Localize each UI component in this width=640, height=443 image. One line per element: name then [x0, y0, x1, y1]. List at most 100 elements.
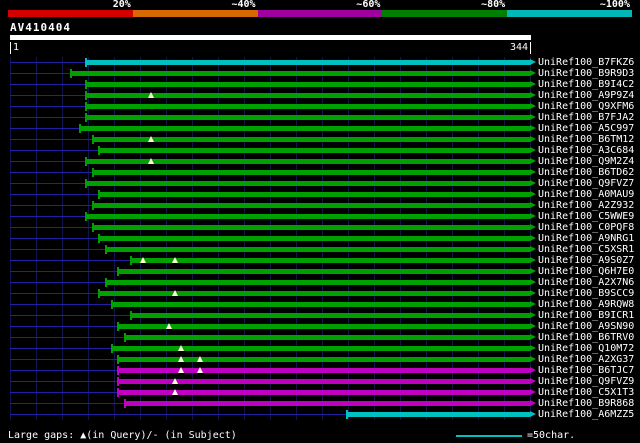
- hit-label[interactable]: UniRef100_A3C684: [538, 145, 634, 156]
- hit-label[interactable]: UniRef100_B6TM12: [538, 134, 634, 145]
- hit-label[interactable]: UniRef100_A9SN90: [538, 321, 634, 332]
- hit-label[interactable]: UniRef100_A0MAU9: [538, 189, 634, 200]
- query-extent-line: [10, 304, 112, 305]
- hit-label[interactable]: UniRef100_B9R9D3: [538, 68, 634, 79]
- hit-bar[interactable]: [117, 269, 530, 274]
- query-extent-line: [10, 381, 118, 382]
- query-extent-line: [10, 62, 86, 63]
- hit-row: UniRef100_C5WWE9: [0, 211, 640, 222]
- hit-bar[interactable]: [93, 203, 530, 208]
- hit-label[interactable]: UniRef100_A2Z932: [538, 200, 634, 211]
- hit-arrowhead-icon: [530, 202, 536, 208]
- hit-row: UniRef100_C0PQF8: [0, 222, 640, 233]
- hit-label[interactable]: UniRef100_C5WWE9: [538, 211, 634, 222]
- hit-label[interactable]: UniRef100_B6TD62: [538, 167, 634, 178]
- hit-label[interactable]: UniRef100_Q9XFM6: [538, 101, 634, 112]
- hit-bar[interactable]: [111, 302, 530, 307]
- hit-bar[interactable]: [131, 313, 530, 318]
- query-extent-line: [10, 238, 100, 239]
- hit-label[interactable]: UniRef100_B9R868: [538, 398, 634, 409]
- hit-bar[interactable]: [85, 115, 530, 120]
- hit-label[interactable]: UniRef100_A2X7N6: [538, 277, 634, 288]
- hit-label[interactable]: UniRef100_Q9FVZ9: [538, 376, 634, 387]
- hit-bar[interactable]: [85, 60, 530, 65]
- hit-label[interactable]: UniRef100_B7FKZ6: [538, 57, 634, 68]
- hit-bar[interactable]: [85, 82, 530, 87]
- hit-row: UniRef100_B6TJC7: [0, 365, 640, 376]
- query-extent-line: [10, 73, 71, 74]
- hit-row: UniRef100_Q10M72: [0, 343, 640, 354]
- hit-label[interactable]: UniRef100_A9S0Z7: [538, 255, 634, 266]
- query-extent-line: [10, 392, 118, 393]
- query-extent-line: [10, 205, 94, 206]
- hit-bar[interactable]: [79, 126, 530, 131]
- hit-bar[interactable]: [125, 335, 530, 340]
- gap-marker-icon: [172, 378, 179, 384]
- hit-label[interactable]: UniRef100_A2XG37: [538, 354, 634, 365]
- ruler-start-tick: [10, 42, 11, 54]
- query-extent-line: [10, 128, 80, 129]
- scale-label: 20%: [112, 0, 131, 10]
- hit-bar[interactable]: [99, 192, 530, 197]
- hit-label[interactable]: UniRef100_A9P9Z4: [538, 90, 634, 101]
- query-extent-line: [10, 271, 118, 272]
- hit-bar[interactable]: [99, 291, 530, 296]
- hit-label[interactable]: UniRef100_B9SCC9: [538, 288, 634, 299]
- query-extent-line: [10, 326, 118, 327]
- hit-label[interactable]: UniRef100_C5XSR1: [538, 244, 634, 255]
- hit-row: UniRef100_B9I4C2: [0, 79, 640, 90]
- hit-bar[interactable]: [105, 247, 530, 252]
- hit-row: UniRef100_Q9M2Z4: [0, 156, 640, 167]
- hit-bar[interactable]: [117, 379, 530, 384]
- query-extent-line: [10, 293, 100, 294]
- hit-arrowhead-icon: [530, 147, 536, 153]
- query-extent-line: [10, 227, 94, 228]
- hit-bar[interactable]: [117, 324, 530, 329]
- hit-bar[interactable]: [99, 236, 530, 241]
- gap-marker-icon: [147, 158, 154, 164]
- hit-label[interactable]: UniRef100_C5X1T3: [538, 387, 634, 398]
- hit-bar[interactable]: [93, 225, 530, 230]
- hit-label[interactable]: UniRef100_A9NRG1: [538, 233, 634, 244]
- hit-bar[interactable]: [99, 148, 530, 153]
- hit-arrowhead-icon: [530, 279, 536, 285]
- hit-arrowhead-icon: [530, 312, 536, 318]
- hit-label[interactable]: UniRef100_Q6H7E0: [538, 266, 634, 277]
- hit-label[interactable]: UniRef100_A5C997: [538, 123, 634, 134]
- hit-label[interactable]: UniRef100_B9ICR1: [538, 310, 634, 321]
- hit-row: UniRef100_A3C684: [0, 145, 640, 156]
- gap-marker-icon: [140, 257, 147, 263]
- hit-label[interactable]: UniRef100_B6TJC7: [538, 365, 634, 376]
- hit-label[interactable]: UniRef100_B7FJA2: [538, 112, 634, 123]
- hit-bar[interactable]: [125, 401, 530, 406]
- hit-bar[interactable]: [93, 137, 530, 142]
- hit-bar[interactable]: [93, 170, 530, 175]
- hit-arrowhead-icon: [530, 125, 536, 131]
- hit-bar[interactable]: [131, 258, 530, 263]
- hit-row: UniRef100_B7FJA2: [0, 112, 640, 123]
- hit-arrowhead-icon: [530, 356, 536, 362]
- hit-row: UniRef100_A9S0Z7: [0, 255, 640, 266]
- hit-label[interactable]: UniRef100_Q9FVZ7: [538, 178, 634, 189]
- hit-label[interactable]: UniRef100_A9RQW8: [538, 299, 634, 310]
- hit-bar[interactable]: [85, 214, 530, 219]
- hit-row: UniRef100_A5C997: [0, 123, 640, 134]
- hit-arrowhead-icon: [530, 59, 536, 65]
- hit-label[interactable]: UniRef100_Q9M2Z4: [538, 156, 634, 167]
- hit-label[interactable]: UniRef100_C0PQF8: [538, 222, 634, 233]
- hit-label[interactable]: UniRef100_B9I4C2: [538, 79, 634, 90]
- char-scale-line: [456, 435, 522, 437]
- hit-bar[interactable]: [117, 390, 530, 395]
- hit-label[interactable]: UniRef100_B6TRV0: [538, 332, 634, 343]
- query-extent-line: [10, 139, 94, 140]
- hit-arrowhead-icon: [530, 158, 536, 164]
- hit-label[interactable]: UniRef100_Q10M72: [538, 343, 634, 354]
- hit-bar[interactable]: [111, 346, 530, 351]
- hit-bar[interactable]: [85, 181, 530, 186]
- hit-bar[interactable]: [105, 280, 530, 285]
- hit-bar[interactable]: [346, 412, 530, 417]
- query-extent-line: [10, 348, 112, 349]
- hit-bar[interactable]: [85, 104, 530, 109]
- hit-label[interactable]: UniRef100_A6MZZ5: [538, 409, 634, 420]
- hit-bar[interactable]: [70, 71, 530, 76]
